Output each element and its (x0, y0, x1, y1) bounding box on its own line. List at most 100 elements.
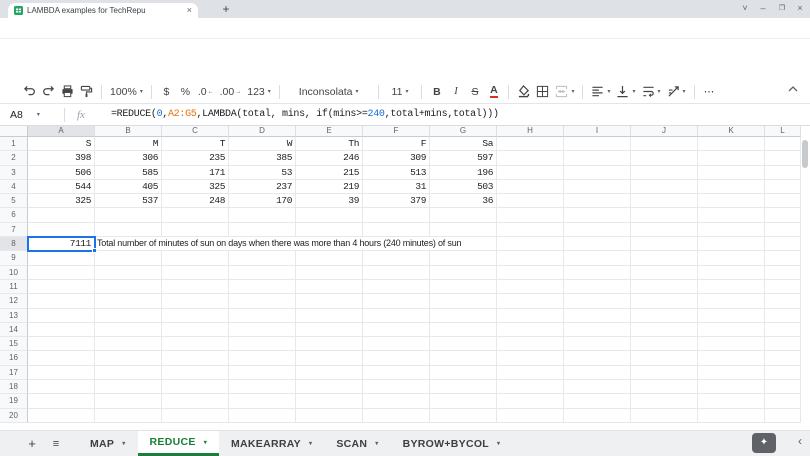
vertical-scrollbar[interactable] (802, 128, 809, 422)
row-header-15[interactable]: 15 (0, 337, 28, 351)
cell-H18[interactable] (497, 380, 564, 394)
cell-F6[interactable] (363, 208, 430, 222)
cell-K10[interactable] (698, 266, 765, 280)
cell-G11[interactable] (430, 280, 497, 294)
cell-F15[interactable] (363, 337, 430, 351)
cell-D4[interactable]: 237 (229, 180, 296, 194)
cell-F3[interactable]: 513 (363, 166, 430, 180)
browser-tab[interactable]: LAMBDA examples for TechRepu × (8, 3, 198, 18)
cell-G7[interactable] (430, 223, 497, 237)
cell-D5[interactable]: 170 (229, 194, 296, 208)
row-header-3[interactable]: 3 (0, 166, 28, 180)
cell-H6[interactable] (497, 208, 564, 222)
row-header-20[interactable]: 20 (0, 409, 28, 423)
cell-C17[interactable] (162, 366, 229, 380)
cell-D12[interactable] (229, 294, 296, 308)
cell-E2[interactable]: 246 (296, 151, 363, 165)
cell-L6[interactable] (765, 208, 801, 222)
cell-D16[interactable] (229, 351, 296, 365)
cell-D9[interactable] (229, 251, 296, 265)
cell-E11[interactable] (296, 280, 363, 294)
cell-L3[interactable] (765, 166, 801, 180)
cell-A6[interactable] (28, 208, 95, 222)
cell-A3[interactable]: 506 (28, 166, 95, 180)
cell-L16[interactable] (765, 351, 801, 365)
cell-J19[interactable] (631, 394, 698, 408)
add-sheet-icon[interactable]: + (20, 436, 44, 451)
cell-E15[interactable] (296, 337, 363, 351)
cell-L7[interactable] (765, 223, 801, 237)
cell-C2[interactable]: 235 (162, 151, 229, 165)
cell-I9[interactable] (564, 251, 631, 265)
cell-L4[interactable] (765, 180, 801, 194)
cell-G10[interactable] (430, 266, 497, 280)
cell-K12[interactable] (698, 294, 765, 308)
cell-J15[interactable] (631, 337, 698, 351)
cell-E20[interactable] (296, 409, 363, 423)
cell-A13[interactable] (28, 309, 95, 323)
new-tab-button[interactable]: + (218, 2, 234, 16)
decrease-decimals-button[interactable]: .0← (195, 82, 217, 102)
cell-B13[interactable] (95, 309, 162, 323)
cell-J12[interactable] (631, 294, 698, 308)
paint-format-button[interactable] (77, 82, 96, 102)
cell-A7[interactable] (28, 223, 95, 237)
cell-J8[interactable] (631, 237, 698, 251)
cell-F5[interactable]: 379 (363, 194, 430, 208)
cell-K19[interactable] (698, 394, 765, 408)
cell-G5[interactable]: 36 (430, 194, 497, 208)
name-box[interactable]: A8 ▾ (0, 109, 58, 121)
strikethrough-button[interactable]: S (465, 82, 484, 102)
cell-G3[interactable]: 196 (430, 166, 497, 180)
cell-I1[interactable] (564, 137, 631, 151)
row-header-17[interactable]: 17 (0, 366, 28, 380)
row-header-1[interactable]: 1 (0, 137, 28, 151)
cell-L13[interactable] (765, 309, 801, 323)
cell-A4[interactable]: 544 (28, 180, 95, 194)
cell-K9[interactable] (698, 251, 765, 265)
cell-I6[interactable] (564, 208, 631, 222)
cell-D11[interactable] (229, 280, 296, 294)
cell-D19[interactable] (229, 394, 296, 408)
cell-B16[interactable] (95, 351, 162, 365)
cell-C3[interactable]: 171 (162, 166, 229, 180)
cell-L11[interactable] (765, 280, 801, 294)
cell-E17[interactable] (296, 366, 363, 380)
cell-L10[interactable] (765, 266, 801, 280)
cell-H2[interactable] (497, 151, 564, 165)
cell-F10[interactable] (363, 266, 430, 280)
cell-E19[interactable] (296, 394, 363, 408)
cell-G16[interactable] (430, 351, 497, 365)
cell-D6[interactable] (229, 208, 296, 222)
column-header-L[interactable]: L (765, 126, 801, 137)
cell-K7[interactable] (698, 223, 765, 237)
column-header-F[interactable]: F (363, 126, 430, 137)
cell-J18[interactable] (631, 380, 698, 394)
column-header-C[interactable]: C (162, 126, 229, 137)
cell-I18[interactable] (564, 380, 631, 394)
cell-I20[interactable] (564, 409, 631, 423)
cell-B11[interactable] (95, 280, 162, 294)
sheet-tab-map[interactable]: MAP▾ (78, 431, 138, 456)
cell-G15[interactable] (430, 337, 497, 351)
cell-K3[interactable] (698, 166, 765, 180)
cell-A18[interactable] (28, 380, 95, 394)
row-header-13[interactable]: 13 (0, 309, 28, 323)
cell-H14[interactable] (497, 323, 564, 337)
cell-B2[interactable]: 306 (95, 151, 162, 165)
cell-K6[interactable] (698, 208, 765, 222)
cell-H11[interactable] (497, 280, 564, 294)
cell-C19[interactable] (162, 394, 229, 408)
cell-B15[interactable] (95, 337, 162, 351)
column-header-G[interactable]: G (430, 126, 497, 137)
cell-B19[interactable] (95, 394, 162, 408)
cell-L17[interactable] (765, 366, 801, 380)
row-header-4[interactable]: 4 (0, 180, 28, 194)
cell-H12[interactable] (497, 294, 564, 308)
cell-K11[interactable] (698, 280, 765, 294)
cell-C20[interactable] (162, 409, 229, 423)
row-header-9[interactable]: 9 (0, 251, 28, 265)
cell-K16[interactable] (698, 351, 765, 365)
undo-button[interactable] (20, 82, 39, 102)
row-header-8[interactable]: 8 (0, 237, 28, 251)
